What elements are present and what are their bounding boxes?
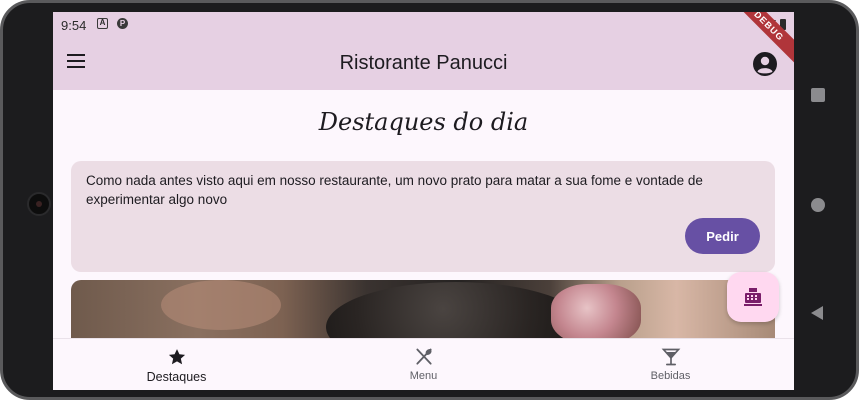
app-screen: 9:54 A P DEBUG Ristorante Panucci Destaq… <box>53 12 794 390</box>
front-camera <box>27 192 51 216</box>
cash-register-icon <box>744 288 762 306</box>
app-title: Ristorante Panucci <box>339 52 508 74</box>
home-button[interactable] <box>811 198 825 212</box>
nav-label: Menu <box>409 370 438 382</box>
cocktail-icon <box>661 348 680 366</box>
status-time: 9:54 <box>61 18 87 33</box>
nav-label: Bebidas <box>650 370 691 382</box>
back-button[interactable] <box>811 306 823 320</box>
notification-icon: A <box>97 18 108 29</box>
account-icon[interactable] <box>752 51 778 77</box>
nav-item-bebidas[interactable]: Bebidas <box>547 339 794 390</box>
page-title: Destaques do dia <box>318 108 529 136</box>
nav-label: Destaques <box>146 370 207 384</box>
star-icon <box>168 349 185 365</box>
status-bar: 9:54 A P <box>53 12 794 38</box>
recents-button[interactable] <box>811 88 825 102</box>
nav-item-menu[interactable]: Menu <box>300 339 547 390</box>
system-navigation <box>798 15 838 393</box>
bottom-navigation: Destaques Menu Bebidas <box>53 338 794 390</box>
order-button[interactable]: Pedir <box>685 218 760 254</box>
highlight-card: Como nada antes visto aqui em nosso rest… <box>71 161 775 272</box>
checkout-fab[interactable] <box>727 272 779 322</box>
app-bar: Ristorante Panucci <box>53 38 794 90</box>
nav-item-destaques[interactable]: Destaques <box>53 339 300 390</box>
utensils-icon <box>415 348 432 365</box>
card-description: Como nada antes visto aqui em nosso rest… <box>86 173 703 207</box>
notification-icon: P <box>117 18 128 29</box>
